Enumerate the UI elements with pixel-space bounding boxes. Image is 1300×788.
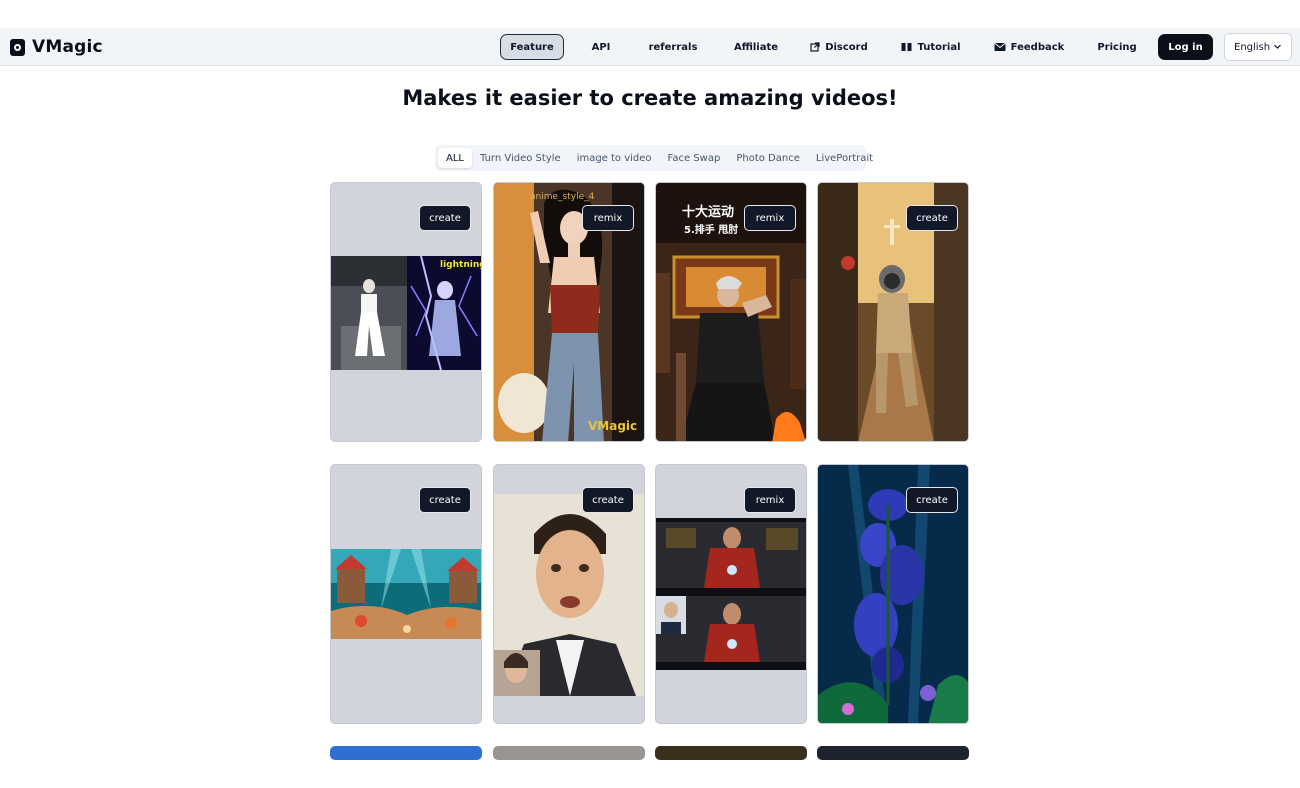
video-thumbnail: lightning xyxy=(331,256,481,370)
logo-icon xyxy=(10,38,25,56)
card-overlay-text: lightning xyxy=(440,260,481,270)
logo[interactable]: VMagic xyxy=(10,37,103,57)
page-headline: Makes it easier to create amazing videos… xyxy=(402,86,898,110)
video-card[interactable]: create xyxy=(493,464,645,724)
tab-all[interactable]: ALL xyxy=(438,148,472,168)
nav-tutorial[interactable]: Tutorial xyxy=(896,34,966,60)
video-thumbnail xyxy=(656,518,806,670)
nav-affiliate-label: Affiliate xyxy=(733,41,779,53)
mail-icon xyxy=(994,42,1006,52)
video-card[interactable]: remix xyxy=(655,464,807,724)
tab-turn-video-style[interactable]: Turn Video Style xyxy=(472,148,569,168)
video-card[interactable] xyxy=(817,746,969,760)
nav-pricing-label: Pricing xyxy=(1097,41,1137,53)
nav-api[interactable]: API xyxy=(582,34,620,60)
login-button[interactable]: Log in xyxy=(1158,34,1213,60)
tab-face-swap[interactable]: Face Swap xyxy=(660,148,729,168)
chevron-down-icon xyxy=(1273,42,1282,54)
video-card[interactable]: create xyxy=(817,182,969,442)
video-card[interactable] xyxy=(655,746,807,760)
nav-feature[interactable]: Feature xyxy=(500,34,564,60)
logo-text: VMagic xyxy=(32,37,103,57)
nav-feedback-label: Feedback xyxy=(1010,41,1065,53)
video-card[interactable]: anime_style_4 VMagic remix xyxy=(493,182,645,442)
video-card[interactable] xyxy=(330,746,482,760)
video-card[interactable]: lightning create xyxy=(330,182,482,442)
create-button[interactable]: create xyxy=(906,487,958,513)
create-button[interactable]: create xyxy=(419,487,471,513)
create-button[interactable]: create xyxy=(582,487,634,513)
nav-discord[interactable]: Discord xyxy=(806,34,872,60)
nav-discord-label: Discord xyxy=(825,41,868,53)
nav-feedback[interactable]: Feedback xyxy=(988,34,1070,60)
nav-referrals[interactable]: referrals xyxy=(642,34,704,60)
top-gap xyxy=(0,0,1300,28)
card-overlay-text: 十大运动 xyxy=(682,205,735,220)
video-card[interactable]: 十大运动 5.排手 甩肘 remix xyxy=(655,182,807,442)
remix-button[interactable]: remix xyxy=(744,487,796,513)
nav-feature-label: Feature xyxy=(510,41,554,53)
top-navbar: VMagic Feature API referrals Affiliate D… xyxy=(0,28,1300,66)
category-tabs: ALL Turn Video Style image to video Face… xyxy=(435,145,873,171)
language-label: English xyxy=(1234,41,1271,53)
nav-tutorial-label: Tutorial xyxy=(917,41,961,53)
remix-button[interactable]: remix xyxy=(744,205,796,231)
tab-liveportrait[interactable]: LivePortrait xyxy=(808,148,881,168)
video-thumbnail xyxy=(494,494,644,696)
nav-referrals-label: referrals xyxy=(648,41,698,53)
remix-button[interactable]: remix xyxy=(582,205,634,231)
card-watermark: VMagic xyxy=(588,419,638,433)
nav-api-label: API xyxy=(591,41,611,53)
nav-pricing[interactable]: Pricing xyxy=(1092,34,1142,60)
video-thumbnail xyxy=(331,549,481,639)
video-card[interactable]: create xyxy=(817,464,969,724)
create-button[interactable]: create xyxy=(906,205,958,231)
card-overlay-subtext: 5.排手 甩肘 xyxy=(684,225,739,236)
tab-image-to-video[interactable]: image to video xyxy=(569,148,660,168)
book-icon xyxy=(901,42,912,52)
external-link-icon xyxy=(810,42,820,52)
video-card[interactable] xyxy=(493,746,645,760)
card-overlay-text: anime_style_4 xyxy=(530,192,595,202)
video-card[interactable]: create xyxy=(330,464,482,724)
tab-photo-dance[interactable]: Photo Dance xyxy=(728,148,808,168)
create-button[interactable]: create xyxy=(419,205,471,231)
language-select[interactable]: English xyxy=(1224,33,1292,61)
nav-affiliate[interactable]: Affiliate xyxy=(726,34,786,60)
